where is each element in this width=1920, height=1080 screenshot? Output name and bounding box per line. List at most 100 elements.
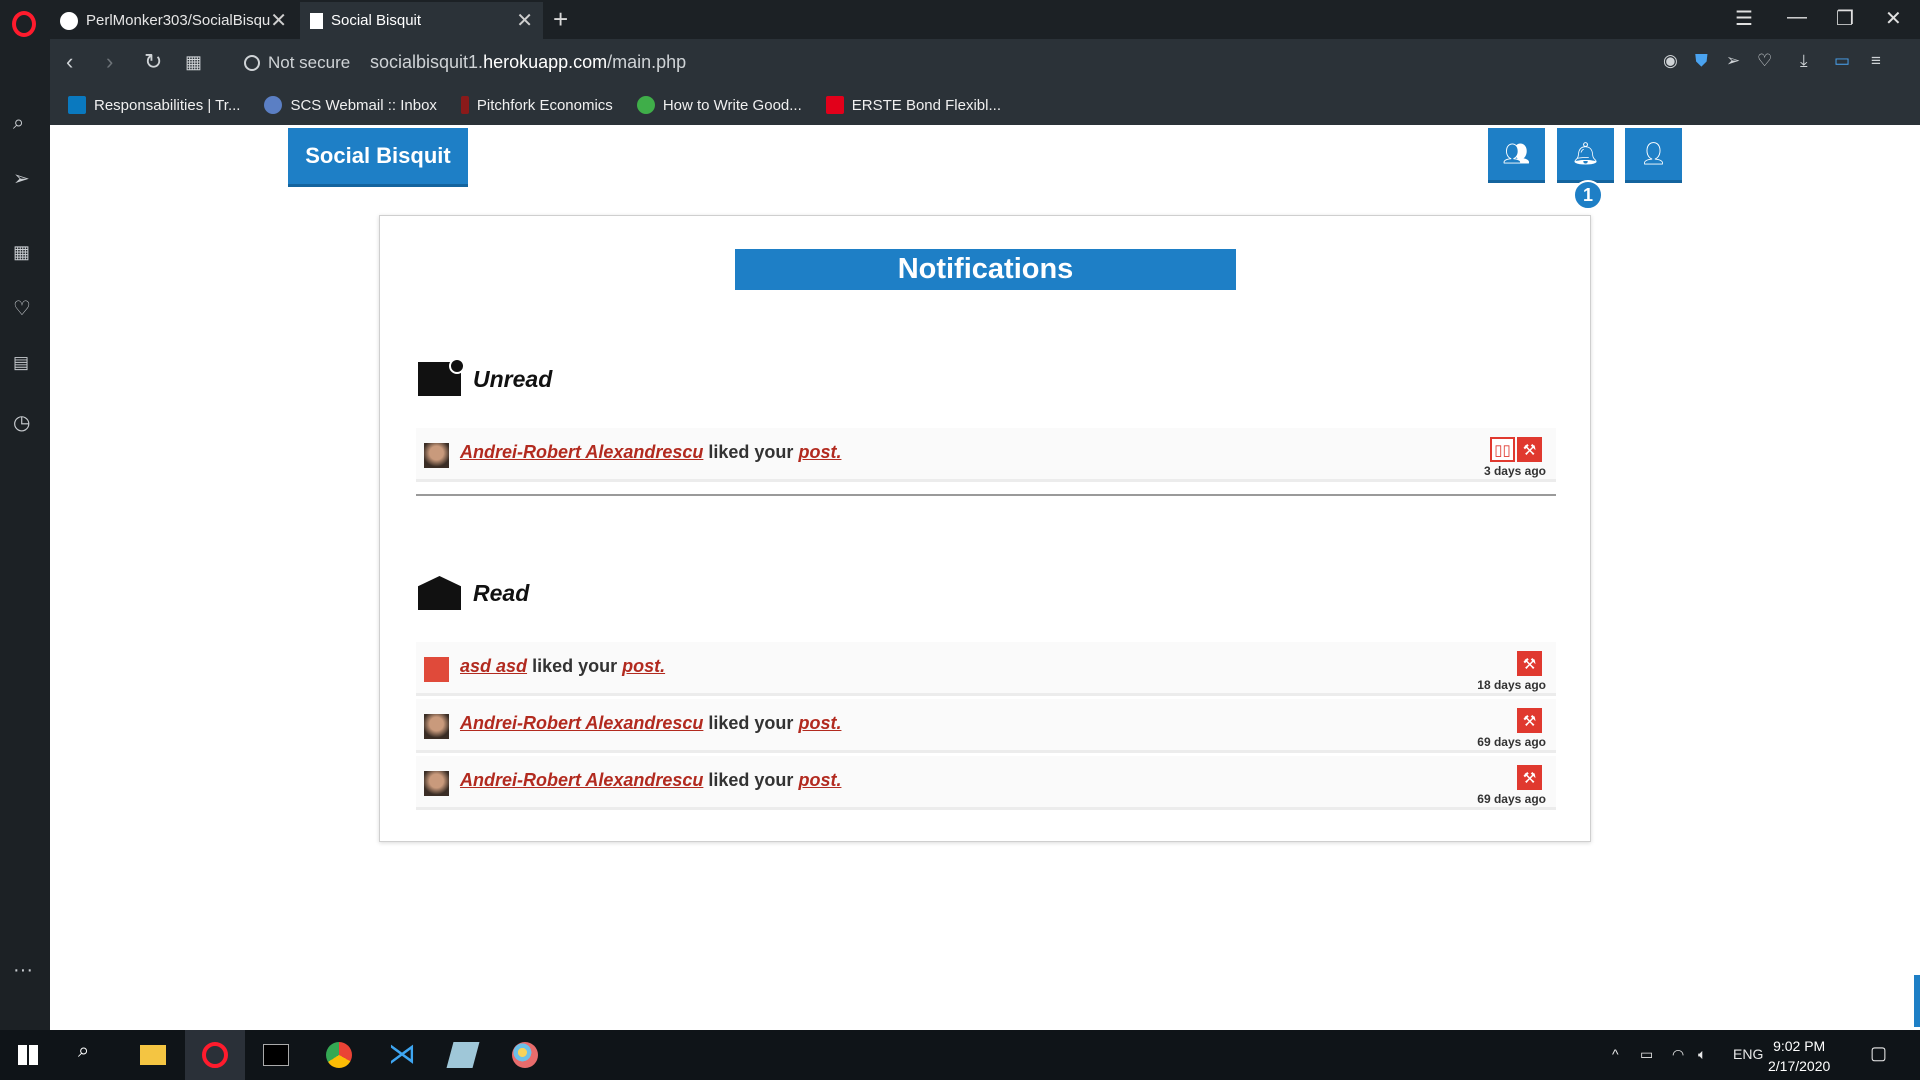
url-path: /main.php — [607, 52, 687, 72]
tab-github[interactable]: PerlMonker303/SocialBisqu ✕ — [50, 2, 297, 39]
speed-dial-icon[interactable]: ▦ — [185, 52, 202, 73]
bookmark-item[interactable]: ERSTE Bond Flexibl... — [825, 96, 1001, 114]
brand-button[interactable]: Social Bisquit — [288, 128, 468, 187]
clock-date: 2/17/2020 — [1768, 1058, 1831, 1074]
tab-label: PerlMonker303/SocialBisqu — [86, 12, 271, 29]
search-icon[interactable]: ⌕ — [78, 1040, 104, 1066]
easy-setup-icon[interactable]: ≡ — [1871, 51, 1881, 71]
bookmark-label: How to Write Good... — [662, 96, 802, 114]
wifi-icon[interactable]: ◠ — [1672, 1046, 1684, 1063]
volume-icon[interactable]: 🔈︎ — [1698, 1046, 1706, 1063]
security-indicator[interactable]: Not secure — [244, 53, 350, 73]
file-explorer-icon[interactable] — [140, 1045, 166, 1065]
action-center-icon[interactable]: ▢ — [1870, 1043, 1887, 1064]
page-title: Notifications — [735, 249, 1236, 290]
user-link[interactable]: Andrei-Robert Alexandrescu — [460, 770, 703, 790]
show-hidden-icons[interactable]: ^ — [1612, 1046, 1619, 1062]
bookmark-item[interactable]: Responsabilities | Tr... — [68, 96, 240, 114]
notification-actions: ⚒ — [1517, 651, 1542, 676]
notification-row[interactable]: Andrei-Robert Alexandrescu liked your po… — [416, 699, 1556, 753]
opera-icon[interactable] — [202, 1042, 228, 1068]
opera-logo-icon[interactable] — [12, 11, 36, 37]
download-icon[interactable]: ⤓ — [1800, 51, 1808, 71]
notification-row[interactable]: Andrei-Robert Alexandrescu liked your po… — [416, 756, 1556, 810]
minimize-button[interactable]: — — [1787, 6, 1807, 29]
bookmark-item[interactable]: Pitchfork Economics — [460, 96, 613, 114]
bookmark-item[interactable]: How to Write Good... — [636, 96, 802, 114]
hammer-icon[interactable]: ⚒ — [1517, 651, 1542, 676]
notification-text: asd asd liked your post. — [460, 656, 665, 677]
post-link[interactable]: post. — [798, 770, 841, 790]
new-tab-button[interactable]: + — [553, 4, 568, 35]
user-link[interactable]: Andrei-Robert Alexandrescu — [460, 442, 703, 462]
tab-label: Social Bisquit — [331, 12, 422, 29]
profile-button[interactable]: 👤︎ — [1625, 128, 1682, 183]
avatar — [424, 771, 449, 796]
action-text: liked your — [532, 656, 618, 676]
contrast-toggle-button[interactable]: ◐ — [1914, 975, 1920, 1027]
bookmark-item[interactable]: SCS Webmail :: Inbox — [264, 96, 437, 114]
globe-icon — [244, 55, 260, 71]
news-icon[interactable]: ▤ — [13, 353, 29, 373]
language-indicator[interactable]: ENG — [1733, 1046, 1763, 1062]
send-icon[interactable]: ➢ — [1726, 51, 1740, 71]
notification-text: Andrei-Robert Alexandrescu liked your po… — [460, 713, 841, 734]
tab-social-bisquit[interactable]: Social Bisquit ✕ — [300, 2, 543, 39]
forward-button[interactable]: › — [106, 49, 113, 75]
feather-icon — [636, 96, 655, 114]
notification-row[interactable]: Andrei-Robert Alexandrescu liked your po… — [416, 428, 1556, 482]
post-link[interactable]: post. — [798, 442, 841, 462]
vpn-shield-icon[interactable]: ⛊ — [1695, 51, 1708, 71]
heart-icon[interactable]: ♡ — [13, 296, 31, 321]
notifications-button[interactable]: 🔔︎ — [1557, 128, 1614, 183]
close-tab-icon[interactable]: ✕ — [270, 11, 287, 31]
tab-menu-icon[interactable]: ☰ — [1735, 6, 1753, 31]
back-button[interactable]: ‹ — [66, 49, 73, 75]
search-icon[interactable]: ⌕ — [13, 112, 24, 135]
hammer-icon[interactable]: ⚒ — [1517, 437, 1542, 462]
action-text: liked your — [708, 713, 794, 733]
bookmarks-bar: Responsabilities | Tr... SCS Webmail :: … — [50, 85, 1920, 125]
heart-icon[interactable]: ♡ — [1757, 51, 1772, 71]
windows-taskbar: ⌕ ⋊ ^ ▭ ◠ 🔈︎ ENG 9:02 PM 2/17/2020 ▢ — [0, 1030, 1920, 1080]
notepad-icon[interactable] — [446, 1042, 480, 1068]
vscode-icon[interactable]: ⋊ — [388, 1037, 416, 1069]
notification-actions: ▯▯ ⚒ — [1490, 437, 1542, 462]
more-icon[interactable]: ··· — [13, 959, 33, 982]
hammer-icon[interactable]: ⚒ — [1517, 708, 1542, 733]
close-window-button[interactable]: ✕ — [1885, 6, 1902, 31]
hammer-icon[interactable]: ⚒ — [1517, 765, 1542, 790]
windows-start-icon[interactable] — [18, 1045, 38, 1065]
user-link[interactable]: asd asd — [460, 656, 527, 676]
speed-dial-icon[interactable]: ▦ — [13, 242, 30, 263]
url-field[interactable]: socialbisquit1.herokuapp.com/main.php — [370, 52, 686, 73]
terminal-icon[interactable] — [263, 1044, 289, 1066]
clock[interactable]: 9:02 PM 2/17/2020 — [1768, 1036, 1830, 1076]
post-link[interactable]: post. — [798, 713, 841, 733]
page-viewport: Social Bisquit 👥︎ 🔔︎ 1 👤︎ Notifications … — [50, 125, 1920, 1030]
user-link[interactable]: Andrei-Robert Alexandrescu — [460, 713, 703, 733]
post-link[interactable]: post. — [622, 656, 665, 676]
bookmark-label: ERSTE Bond Flexibl... — [851, 96, 1001, 114]
bell-icon: 🔔︎ — [1571, 141, 1600, 166]
book-icon[interactable]: ▯▯ — [1490, 437, 1515, 462]
restore-button[interactable]: ❐ — [1836, 6, 1854, 31]
chrome-icon[interactable] — [326, 1042, 352, 1068]
close-tab-icon[interactable]: ✕ — [516, 11, 533, 31]
trello-icon — [68, 96, 86, 114]
envelope-open-icon — [418, 576, 461, 610]
send-icon[interactable]: ➢ — [13, 166, 30, 191]
friends-button[interactable]: 👥︎ — [1488, 128, 1545, 183]
paint-icon[interactable] — [512, 1042, 538, 1068]
timestamp: 69 days ago — [1477, 735, 1546, 749]
timestamp: 3 days ago — [1483, 464, 1546, 478]
timestamp: 69 days ago — [1477, 792, 1546, 806]
history-icon[interactable]: ◷ — [13, 410, 30, 435]
avatar — [424, 714, 449, 739]
battery-icon[interactable]: ▭ — [1834, 51, 1850, 71]
notification-actions: ⚒ — [1517, 765, 1542, 790]
reload-button[interactable]: ↻ — [144, 49, 162, 75]
notification-row[interactable]: asd asd liked your post. ⚒ 18 days ago — [416, 642, 1556, 696]
snapshot-icon[interactable]: ◉ — [1663, 51, 1678, 71]
battery-tray-icon[interactable]: ▭ — [1640, 1046, 1653, 1063]
